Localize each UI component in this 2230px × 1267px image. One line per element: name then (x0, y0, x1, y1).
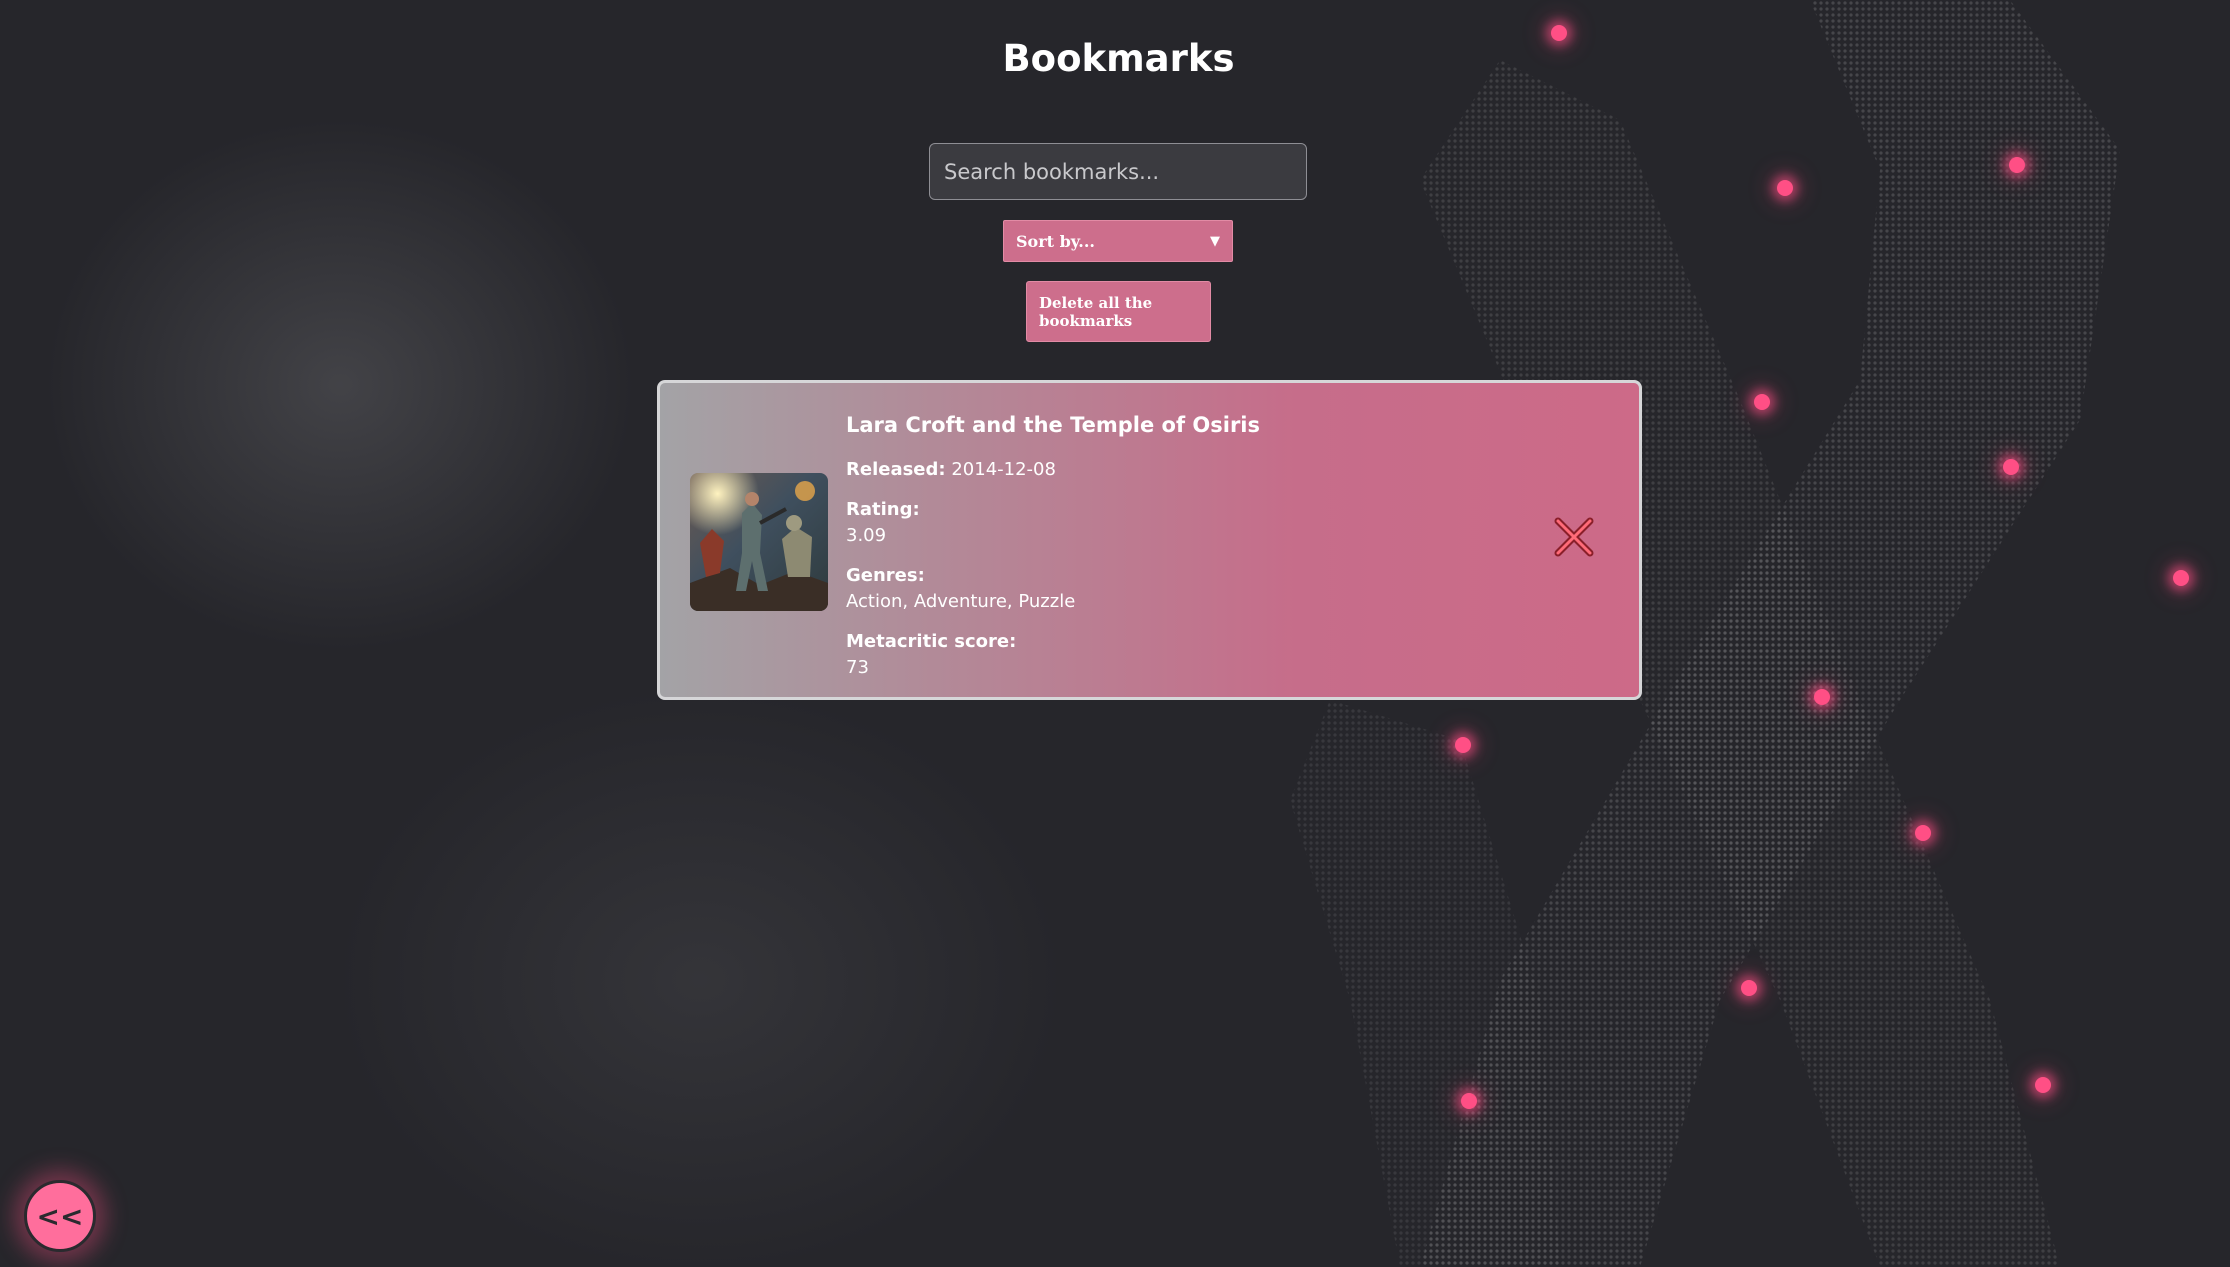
rating-row: Rating: 3.09 (846, 497, 1446, 549)
metacritic-row: Metacritic score: 73 (846, 629, 1446, 681)
metacritic-label: Metacritic score: (846, 631, 1017, 652)
search-input[interactable] (929, 143, 1307, 200)
back-button-label: << (36, 1199, 84, 1233)
chevron-down-icon: ▼ (1210, 233, 1220, 249)
bookmark-info: Lara Croft and the Temple of Osiris Rele… (846, 413, 1446, 695)
game-cover-image (690, 473, 828, 611)
bookmark-card: Lara Croft and the Temple of Osiris Rele… (657, 380, 1642, 700)
sort-select-value: Sort by... (1016, 231, 1095, 251)
released-label: Released: (846, 459, 946, 480)
metacritic-value: 73 (846, 657, 869, 678)
back-button[interactable]: << (24, 1180, 96, 1252)
sort-select[interactable]: Sort by... ▼ (1003, 220, 1233, 262)
released-value: 2014-12-08 (951, 459, 1056, 480)
genres-label: Genres: (846, 565, 925, 586)
page-title: Bookmarks (1002, 37, 1235, 80)
rating-label: Rating: (846, 499, 920, 520)
bookmarks-page: Bookmarks Sort by... ▼ Delete all the bo… (0, 0, 2230, 1267)
genres-value: Action, Adventure, Puzzle (846, 591, 1076, 612)
game-title: Lara Croft and the Temple of Osiris (846, 413, 1261, 437)
close-icon (1554, 517, 1594, 557)
rating-value: 3.09 (846, 525, 887, 546)
genres-row: Genres: Action, Adventure, Puzzle (846, 563, 1446, 615)
delete-all-button[interactable]: Delete all the bookmarks (1026, 281, 1211, 342)
released-row: Released: 2014-12-08 (846, 457, 1446, 483)
game-cover-art (690, 473, 828, 611)
remove-bookmark-button[interactable] (1552, 515, 1596, 559)
